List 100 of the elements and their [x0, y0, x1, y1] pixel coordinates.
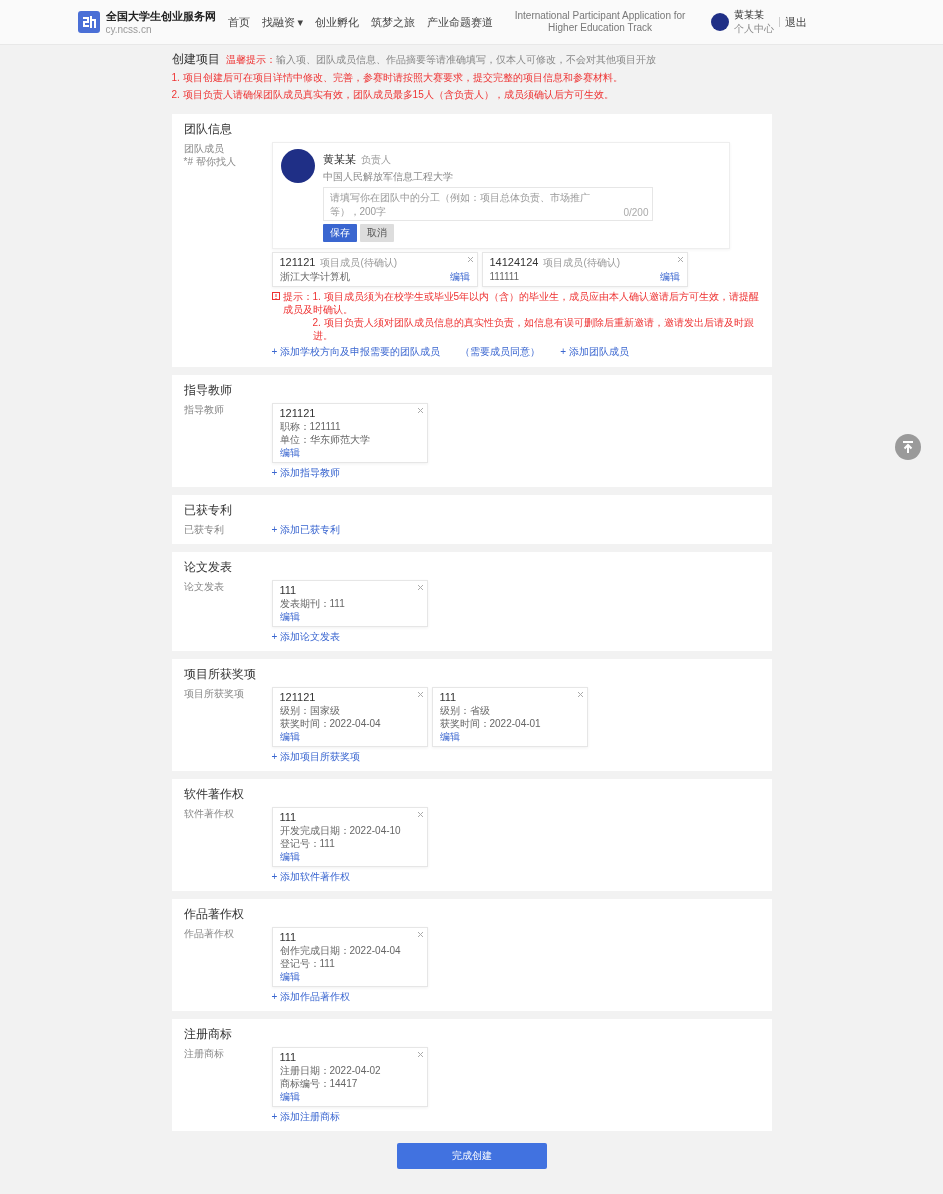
entry-detail: 创作完成日期：2022-04-04	[279, 944, 401, 957]
back-to-top-icon[interactable]	[895, 434, 921, 460]
entry-title: 111	[279, 583, 297, 597]
edit-link[interactable]: 编辑	[279, 850, 300, 863]
edit-link[interactable]: 编辑	[449, 270, 470, 283]
warning-icon	[271, 292, 280, 300]
entry-title: 121121	[279, 406, 316, 420]
add-link[interactable]: + 添加软件著作权	[271, 870, 351, 883]
edit-link[interactable]: 编辑	[279, 610, 300, 623]
edit-link[interactable]: 编辑	[279, 970, 300, 983]
entry-detail: 登记号：111	[279, 957, 335, 970]
field-label: *# 帮你找人	[183, 155, 237, 168]
notice-text: 1. 项目创建后可在项目详情中修改、完善，参赛时请按照大赛要求，提交完整的项目信息和参赛材料。	[171, 71, 624, 85]
notice-text: 2. 项目负责人请确保团队成员真实有效，团队成员最多15人（含负责人），成员须确认后方可生效。	[171, 88, 615, 102]
member-detail: 浙江大学计算机	[279, 270, 350, 283]
entry-detail: 登记号：111	[279, 837, 335, 850]
member-name: 121121	[279, 255, 316, 269]
entry-title: 111	[279, 930, 297, 944]
create-button[interactable]: 完成创建	[396, 1143, 547, 1169]
edit-link[interactable]: 编辑	[279, 446, 300, 459]
close-icon[interactable]	[576, 691, 584, 698]
close-icon[interactable]	[416, 584, 424, 591]
close-icon[interactable]	[676, 256, 684, 263]
edit-link[interactable]: 编辑	[279, 1090, 300, 1103]
section-title: 项目所获奖项	[183, 666, 257, 683]
cancel-button[interactable]: 取消	[359, 224, 394, 242]
section-title: 团队信息	[183, 121, 233, 138]
entry-detail: 开发完成日期：2022-04-10	[279, 824, 401, 837]
char-counter: 0/200	[623, 207, 649, 218]
entry-detail: 职称：121111	[279, 420, 341, 433]
add-link[interactable]: + 添加注册商标	[271, 1110, 341, 1123]
edit-link[interactable]: 编辑	[279, 730, 300, 743]
add-link[interactable]: + 添加学校方向及申报需要的团队成员	[271, 345, 441, 358]
entry-title: 121121	[279, 690, 316, 704]
nav-link[interactable]: 筑梦之旅	[371, 14, 416, 30]
field-label: 注册商标	[183, 1047, 225, 1060]
tip-text: 温馨提示：输入项、团队成员信息、作品摘要等请准确填写，仅本人可修改，不会对其他项目开放	[225, 53, 656, 67]
member-detail: 111111	[489, 270, 520, 283]
add-link[interactable]: + 添加作品著作权	[271, 990, 351, 1003]
section-title: 已获专利	[183, 502, 233, 519]
save-button[interactable]: 保存	[322, 224, 357, 242]
add-link[interactable]: + 添加团队成员	[560, 345, 629, 358]
nav-link[interactable]: 产业命题赛道	[427, 14, 494, 30]
field-label: 软件著作权	[183, 807, 235, 820]
field-label: 已获专利	[183, 523, 225, 536]
member-name: 黄某某	[322, 153, 356, 165]
field-label: 论文发表	[183, 580, 225, 593]
add-link[interactable]: + 添加指导教师	[271, 466, 341, 479]
entry-detail: 商标编号：14417	[279, 1077, 358, 1090]
role-label: 项目成员(待确认)	[543, 256, 621, 270]
page-title: 创建项目	[171, 51, 220, 68]
warning-text: 提示：1. 项目成员须为在校学生或毕业5年以内（含）的毕业生，成员应由本人确认邀请后方可生效，请提醒成员及时确认。	[282, 290, 760, 316]
link-note: （需要成员同意）	[460, 345, 541, 359]
role-label: 负责人	[360, 154, 391, 165]
field-label: 团队成员	[183, 142, 225, 155]
avatar-icon	[280, 149, 315, 183]
nav-link[interactable]: 创业孵化	[315, 14, 360, 30]
section-title: 软件著作权	[183, 786, 245, 803]
close-icon[interactable]	[416, 1051, 424, 1058]
add-link[interactable]: + 添加论文发表	[271, 630, 341, 643]
warning-text: 2. 项目负责人须对团队成员信息的真实性负责，如信息有误可删除后重新邀请，邀请发出后请及时跟进。	[311, 316, 755, 342]
add-link[interactable]: + 添加已获专利	[271, 523, 341, 536]
section-title: 论文发表	[183, 559, 233, 576]
role-label: 项目成员(待确认)	[320, 256, 398, 270]
entry-detail: 单位：华东师范大学	[279, 433, 370, 446]
logout-link[interactable]: 退出	[785, 14, 808, 30]
add-link[interactable]: + 添加项目所获奖项	[271, 750, 361, 763]
logo-icon[interactable]	[76, 10, 101, 34]
field-label: 项目所获奖项	[183, 687, 245, 700]
entry-detail: 级别：省级	[439, 704, 490, 717]
section-title: 作品著作权	[183, 906, 245, 923]
close-icon[interactable]	[416, 811, 424, 818]
section-title: 注册商标	[183, 1026, 233, 1043]
nav-link[interactable]: 首页	[227, 14, 250, 30]
field-label: 指导教师	[183, 403, 225, 416]
entry-title: 111	[439, 690, 457, 704]
nav-link[interactable]: 找融资 ▾	[261, 14, 304, 30]
entry-detail: 发表期刊：111	[279, 597, 345, 610]
entry-detail: 获奖时间：2022-04-01	[439, 717, 541, 730]
entry-title: 111	[279, 810, 297, 824]
nav-link[interactable]: International Participant Application for Higher Education Track	[505, 10, 696, 34]
site-subtitle: cy.ncss.cn	[105, 24, 153, 35]
entry-title: 111	[279, 1050, 297, 1064]
entry-detail: 注册日期：2022-04-02	[279, 1064, 381, 1077]
edit-link[interactable]: 编辑	[439, 730, 460, 743]
user-name: 黄某某	[734, 8, 766, 22]
avatar-icon[interactable]	[711, 13, 730, 31]
close-icon[interactable]	[466, 256, 474, 263]
close-icon[interactable]	[416, 407, 424, 414]
site-title: 全国大学生创业服务网	[105, 9, 216, 24]
entry-detail: 获奖时间：2022-04-04	[279, 717, 381, 730]
profile-link[interactable]: 个人中心	[734, 22, 775, 36]
close-icon[interactable]	[416, 691, 424, 698]
close-icon[interactable]	[416, 931, 424, 938]
school-name: 中国人民解放军信息工程大学	[322, 170, 453, 184]
field-label: 作品著作权	[183, 927, 235, 940]
edit-link[interactable]: 编辑	[659, 270, 680, 283]
section-title: 指导教师	[183, 382, 233, 399]
member-name: 14124124	[489, 255, 539, 269]
entry-detail: 级别：国家级	[279, 704, 340, 717]
